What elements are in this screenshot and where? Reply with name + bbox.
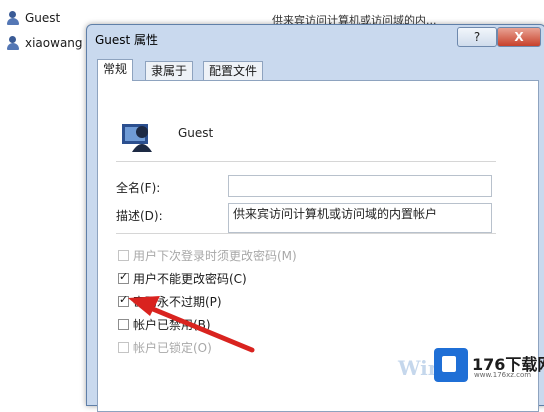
checkbox-label: 用户下次登录时须更改密码(M)	[133, 248, 297, 263]
checkbox-label: 用户不能更改密码(C)	[133, 271, 247, 286]
account-locked-checkbox[interactable]: 帐户已锁定(O)	[118, 339, 212, 355]
checkbox-label: 帐户已禁用(B)	[133, 317, 211, 332]
account-disabled-checkbox[interactable]: 帐户已禁用(B)	[118, 316, 211, 332]
divider	[116, 233, 496, 234]
checkbox-box[interactable]	[118, 270, 129, 284]
fullname-field[interactable]	[228, 175, 492, 197]
user-account-icon	[122, 124, 152, 152]
list-item[interactable]: xiaowang	[6, 34, 83, 52]
dialog-title-bar[interactable]: Guest 属性 ? X	[87, 25, 544, 53]
user-name: Guest	[178, 126, 214, 140]
checkbox-box[interactable]	[118, 341, 129, 353]
must-change-password-checkbox[interactable]: 用户下次登录时须更改密码(M)	[118, 247, 297, 263]
password-never-expires-checkbox[interactable]: 密码永不过期(P)	[118, 293, 222, 309]
fullname-label: 全名(F):	[116, 181, 161, 195]
close-button[interactable]: X	[497, 27, 541, 47]
tab-general[interactable]: 常规	[97, 59, 134, 81]
checkbox-label: 帐户已锁定(O)	[133, 340, 212, 355]
cannot-change-password-checkbox[interactable]: 用户不能更改密码(C)	[118, 270, 247, 286]
description-field[interactable]: 供来宾访问计算机或访问域的内置帐户	[228, 203, 492, 233]
tab-member-of[interactable]: 隶属于	[145, 61, 194, 80]
checkbox-box[interactable]	[118, 293, 129, 307]
help-button[interactable]: ?	[457, 27, 497, 47]
divider	[116, 161, 496, 162]
checkbox-label: 密码永不过期(P)	[133, 294, 222, 309]
description-label: 描述(D):	[116, 209, 163, 223]
watermark-url: www.176xz.com	[474, 371, 532, 379]
watermark-logo: 176下载网 www.176xz.com	[434, 348, 544, 384]
checkbox-box[interactable]	[118, 318, 129, 330]
dialog-title: Guest 属性	[95, 33, 159, 47]
tab-profile[interactable]: 配置文件	[203, 61, 264, 80]
user-icon	[6, 11, 20, 25]
user-icon	[6, 36, 20, 50]
site-logo-icon	[434, 348, 468, 382]
list-item[interactable]: Guest	[6, 9, 60, 27]
checkbox-box[interactable]	[118, 249, 129, 261]
list-item-name: xiaowang	[25, 36, 83, 50]
list-item-name: Guest	[25, 11, 61, 25]
